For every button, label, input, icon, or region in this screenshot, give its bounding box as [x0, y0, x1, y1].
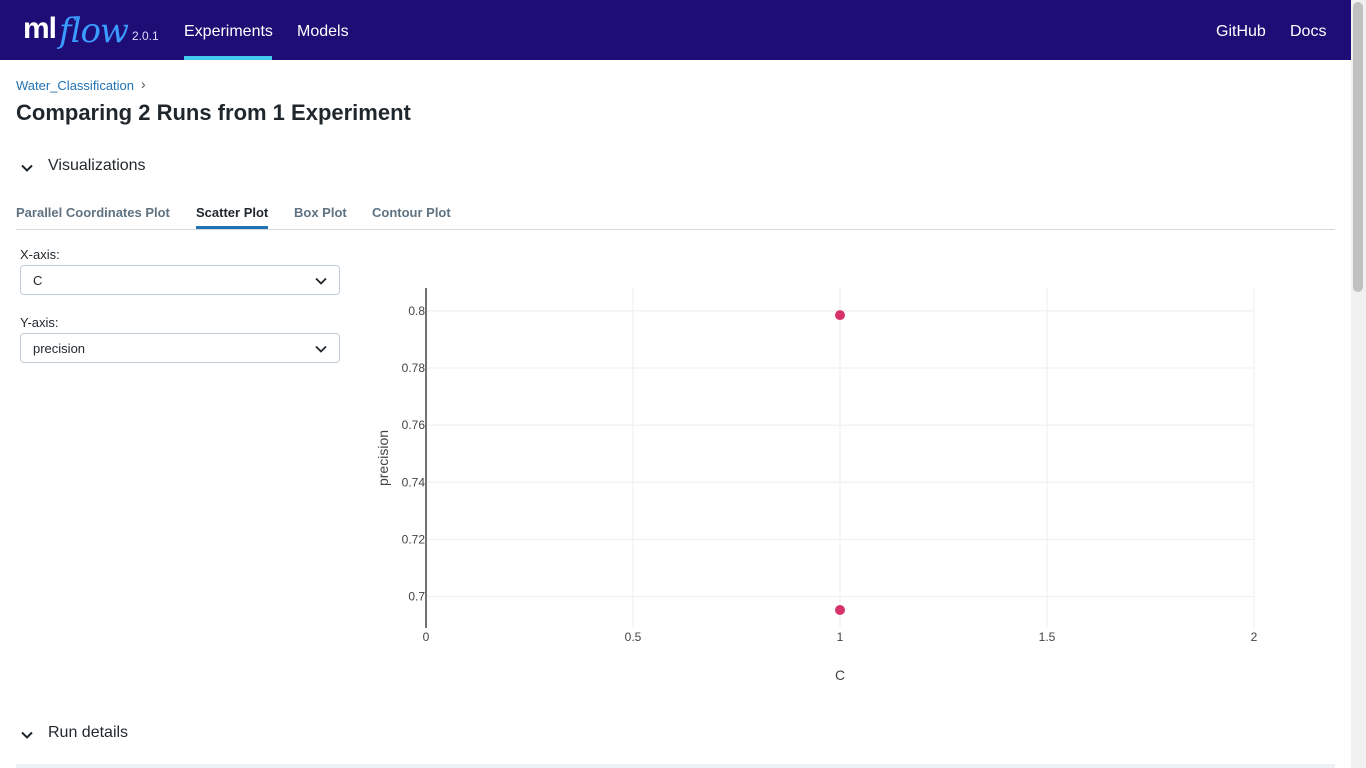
y-tick-label: 0.8	[408, 304, 425, 318]
x-axis-title: C	[835, 667, 845, 683]
breadcrumb-experiment-link[interactable]: Water_Classification	[16, 78, 134, 93]
visualizations-section-label: Visualizations	[48, 157, 146, 174]
chevron-down-icon	[315, 345, 327, 353]
nav-github-link[interactable]: GitHub	[1216, 23, 1266, 41]
scatter-point[interactable]	[835, 310, 845, 321]
tab-box-plot[interactable]: Box Plot	[294, 205, 347, 220]
x-tick-label: 0	[423, 630, 430, 644]
active-tab-indicator	[196, 226, 268, 229]
chevron-down-icon	[21, 164, 33, 172]
tab-contour-plot[interactable]: Contour Plot	[372, 205, 451, 220]
x-tick-label: 1	[837, 630, 844, 644]
scatter-point[interactable]	[835, 605, 845, 615]
visualizations-section-toggle[interactable]: Visualizations	[16, 156, 216, 180]
y-axis-select[interactable]: precision	[20, 333, 340, 363]
top-navbar: ml flow 2.0.1 Experiments Models GitHub …	[0, 0, 1351, 60]
y-axis-title: precision	[375, 430, 391, 486]
logo-flow-text: flow	[59, 11, 129, 51]
x-axis-select-value: C	[33, 273, 43, 288]
y-tick-label: 0.76	[402, 418, 426, 432]
chevron-down-icon	[315, 277, 327, 285]
breadcrumb-separator: ›	[141, 76, 146, 92]
x-axis-label: X-axis:	[20, 247, 60, 262]
nav-docs-link[interactable]: Docs	[1290, 23, 1326, 41]
x-axis-select[interactable]: C	[20, 265, 340, 295]
chevron-down-icon	[21, 731, 33, 739]
nav-experiments[interactable]: Experiments	[184, 23, 273, 41]
y-tick-label: 0.7	[408, 590, 425, 604]
version-label: 2.0.1	[132, 29, 159, 43]
logo-ml-text: ml	[23, 12, 57, 45]
nav-active-indicator	[184, 56, 272, 60]
visualization-tabs: Parallel Coordinates Plot Scatter Plot B…	[16, 196, 1335, 230]
y-tick-label: 0.74	[402, 475, 426, 489]
run-details-section-label: Run details	[48, 724, 129, 741]
nav-models[interactable]: Models	[297, 23, 349, 41]
run-details-section-toggle[interactable]: Run details	[16, 723, 216, 747]
tab-scatter-plot[interactable]: Scatter Plot	[196, 205, 268, 220]
y-tick-label: 0.72	[402, 532, 426, 546]
scatter-plot-chart[interactable]: 0 0.5 1 1.5 2 0.7 0.72 0.74 0.76 0.78 0.8 Cprecisio…	[370, 270, 1290, 690]
tab-parallel-coordinates[interactable]: Parallel Coordinates Plot	[16, 205, 170, 220]
x-tick-label: 2	[1251, 630, 1258, 644]
y-axis-select-value: precision	[33, 341, 86, 356]
x-tick-label: 1.5	[1039, 630, 1056, 644]
run-details-table-top	[16, 764, 1335, 768]
x-tick-label: 0.5	[625, 630, 642, 644]
y-axis-label: Y-axis:	[20, 315, 59, 330]
scrollbar-thumb[interactable]	[1353, 2, 1363, 292]
page-title: Comparing 2 Runs from 1 Experiment	[16, 100, 411, 125]
y-tick-label: 0.78	[402, 361, 426, 375]
